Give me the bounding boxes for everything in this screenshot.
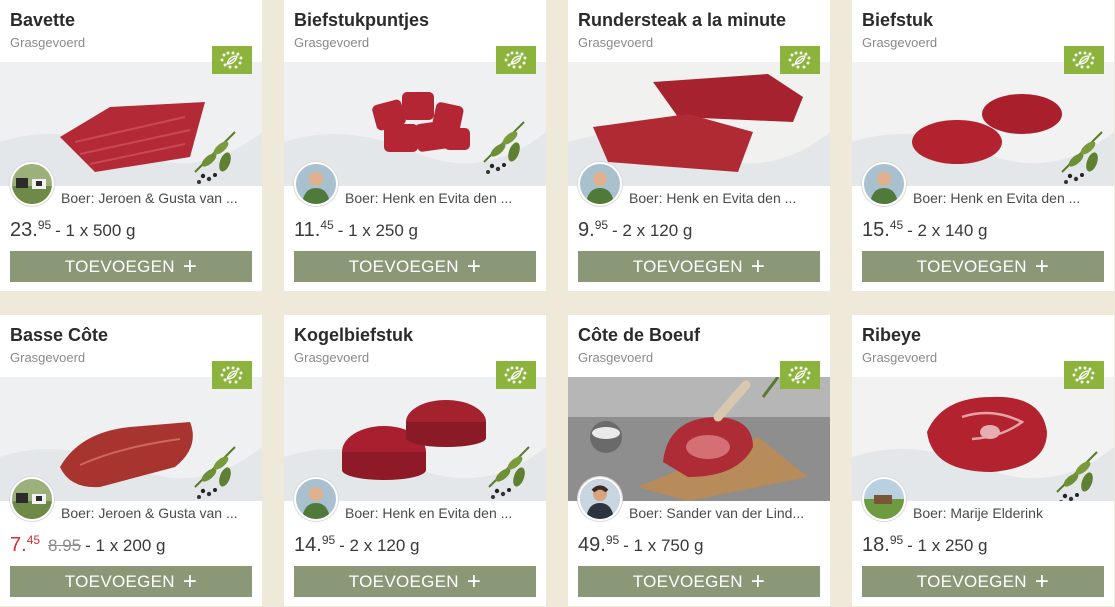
eu-organic-leaf-icon [212,361,252,389]
plus-icon: + [1034,567,1050,595]
add-button-label: TOEVOEGEN [916,571,1027,591]
farmer-name[interactable]: Boer: Sander van der Lind... [629,505,824,521]
farmer-name[interactable]: Boer: Henk en Evita den ... [913,190,1108,206]
eu-organic-leaf-icon [496,46,536,74]
product-quantity: - 1 x 250 g [907,536,988,555]
product-quantity: - 2 x 120 g [339,536,420,555]
eu-organic-leaf-icon [780,46,820,74]
plus-icon: + [750,567,766,595]
add-to-cart-button[interactable]: TOEVOEGEN + [578,566,820,597]
add-button-label: TOEVOEGEN [64,571,175,591]
product-card-bavette[interactable]: Bavette Grasgevoerd Boer: Jeroen & Gusta… [0,0,262,291]
cows-avatar[interactable] [10,162,54,206]
add-button-label: TOEVOEGEN [64,256,175,276]
add-button-label: TOEVOEGEN [632,571,743,591]
plus-icon: + [466,252,482,280]
add-button-label: TOEVOEGEN [348,571,459,591]
farmer-avatar[interactable] [862,162,906,206]
product-card-rundersteak-a-la-minute[interactable]: Rundersteak a la minute Grasgevoerd Boer… [568,0,830,291]
plus-icon: + [466,567,482,595]
farmer-name[interactable]: Boer: Henk en Evita den ... [345,505,540,521]
price-value: 49.95 [578,533,620,556]
product-price: 18.95- 1 x 250 g [862,533,988,557]
product-quantity: - 2 x 140 g [907,221,988,240]
add-to-cart-button[interactable]: TOEVOEGEN + [294,566,536,597]
add-to-cart-button[interactable]: TOEVOEGEN + [862,566,1104,597]
product-subtitle: Grasgevoerd [862,350,938,365]
product-card-ribeye[interactable]: Ribeye Grasgevoerd Boer: Marije Elderink… [852,315,1114,606]
farmer-avatar[interactable] [294,162,338,206]
product-price: 7.45 8.95- 1 x 200 g [10,533,165,557]
farmer-avatar[interactable] [294,477,338,521]
product-subtitle: Grasgevoerd [294,350,370,365]
plus-icon: + [750,252,766,280]
add-button-label: TOEVOEGEN [632,256,743,276]
add-button-label: TOEVOEGEN [348,256,459,276]
product-quantity: - 1 x 750 g [623,536,704,555]
farmer-name[interactable]: Boer: Jeroen & Gusta van ... [61,190,256,206]
product-subtitle: Grasgevoerd [862,35,938,50]
add-to-cart-button[interactable]: TOEVOEGEN + [10,566,252,597]
product-card-c-te-de-boeuf[interactable]: Côte de Boeuf Grasgevoerd Boer: Sander v… [568,315,830,606]
price-value: 14.95 [294,533,336,556]
plus-icon: + [1034,252,1050,280]
add-to-cart-button[interactable]: TOEVOEGEN + [862,251,1104,282]
old-price: 8.95 [48,536,82,555]
add-to-cart-button[interactable]: TOEVOEGEN + [294,251,536,282]
product-price: 15.45- 2 x 140 g [862,218,988,242]
product-price: 14.95- 2 x 120 g [294,533,420,557]
eu-organic-leaf-icon [212,46,252,74]
product-quantity: - 2 x 120 g [612,221,693,240]
product-price: 9.95- 2 x 120 g [578,218,692,242]
product-subtitle: Grasgevoerd [294,35,370,50]
product-subtitle: Grasgevoerd [10,350,86,365]
product-card-biefstukpuntjes[interactable]: Biefstukpuntjes Grasgevoerd Boer: Henk e… [284,0,546,291]
product-subtitle: Grasgevoerd [578,35,654,50]
product-quantity: - 1 x 200 g [85,536,166,555]
product-price: 11.45- 1 x 250 g [294,218,418,242]
product-title[interactable]: Bavette [10,10,252,31]
product-title[interactable]: Biefstukpuntjes [294,10,536,31]
price-value: 18.95 [862,533,904,556]
farmer-name[interactable]: Boer: Henk en Evita den ... [629,190,824,206]
product-title[interactable]: Basse Côte [10,325,252,346]
farmer-name[interactable]: Boer: Marije Elderink [913,505,1108,521]
plus-icon: + [182,252,198,280]
product-title[interactable]: Ribeye [862,325,1104,346]
plus-icon: + [182,567,198,595]
farmer-name[interactable]: Boer: Henk en Evita den ... [345,190,540,206]
add-to-cart-button[interactable]: TOEVOEGEN + [578,251,820,282]
product-subtitle: Grasgevoerd [10,35,86,50]
product-title[interactable]: Côte de Boeuf [578,325,820,346]
price-value: 15.45 [862,218,904,241]
add-button-label: TOEVOEGEN [916,256,1027,276]
eu-organic-leaf-icon [1064,46,1104,74]
sander-avatar[interactable] [578,477,622,521]
product-title[interactable]: Rundersteak a la minute [578,10,820,31]
price-value: 11.45 [294,218,334,241]
farmer-name[interactable]: Boer: Jeroen & Gusta van ... [61,505,256,521]
product-title[interactable]: Kogelbiefstuk [294,325,536,346]
product-subtitle: Grasgevoerd [578,350,654,365]
price-value: 23.95 [10,218,52,241]
eu-organic-leaf-icon [496,361,536,389]
product-title[interactable]: Biefstuk [862,10,1104,31]
farmer-avatar[interactable] [578,162,622,206]
product-card-kogelbiefstuk[interactable]: Kogelbiefstuk Grasgevoerd Boer: Henk en … [284,315,546,606]
add-to-cart-button[interactable]: TOEVOEGEN + [10,251,252,282]
cows-avatar[interactable] [10,477,54,521]
price-value: 9.95 [578,218,609,241]
product-card-biefstuk[interactable]: Biefstuk Grasgevoerd Boer: Henk en Evita… [852,0,1114,291]
eu-organic-leaf-icon [1064,361,1104,389]
product-price: 49.95- 1 x 750 g [578,533,704,557]
product-quantity: - 1 x 250 g [337,221,419,240]
price-value: 7.45 [10,533,41,556]
product-quantity: - 1 x 500 g [55,221,136,240]
product-card-basse-c-te[interactable]: Basse Côte Grasgevoerd Boer: Jeroen & Gu… [0,315,262,606]
pasture-avatar[interactable] [862,477,906,521]
eu-organic-leaf-icon [780,361,820,389]
product-price: 23.95- 1 x 500 g [10,218,136,242]
